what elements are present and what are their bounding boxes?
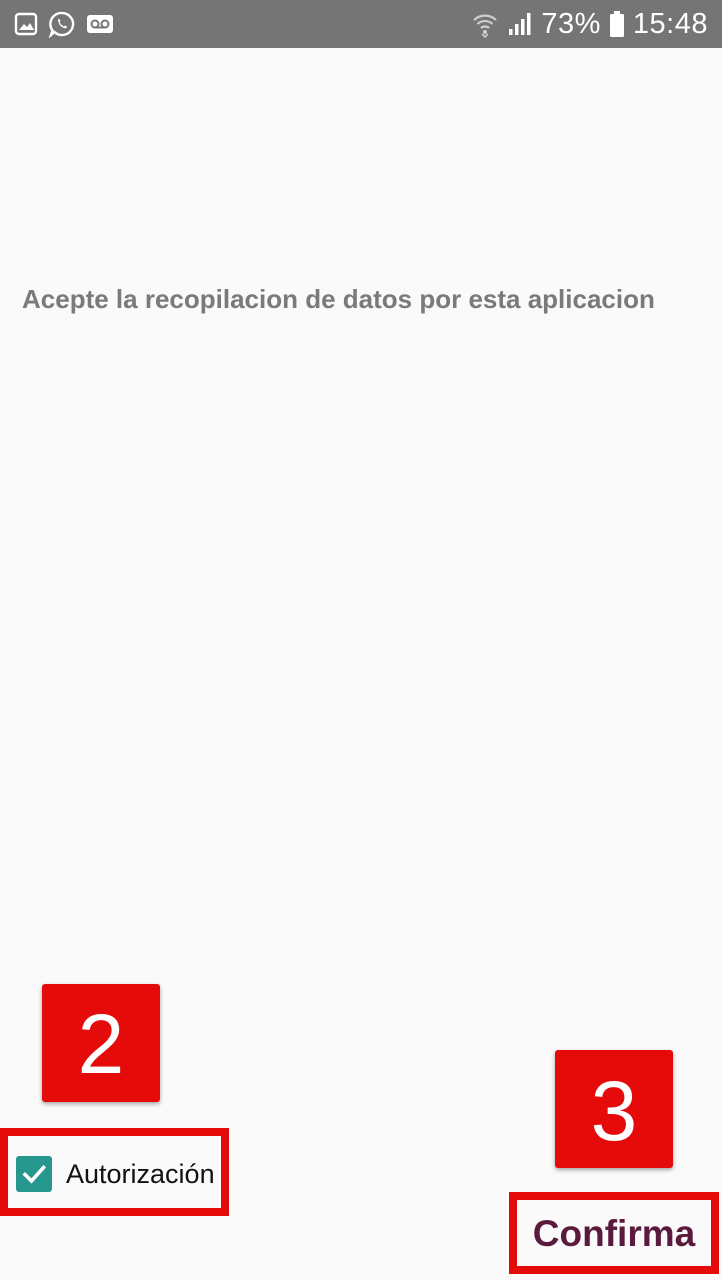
step-badge-2: 2 (42, 984, 160, 1102)
screen: 73% 15:48 Acepte la recopilacion de dato… (0, 0, 722, 1280)
confirm-button[interactable]: Confirma (521, 1204, 707, 1264)
status-bar: 73% 15:48 (0, 0, 722, 48)
checkbox-label: Autorización (66, 1158, 215, 1189)
clock: 15:48 (632, 8, 708, 40)
notification-icons (14, 10, 114, 38)
consent-message: Acepte la recopilacion de datos por esta… (22, 284, 655, 314)
battery-icon (609, 10, 625, 38)
gallery-icon (14, 12, 38, 36)
whatsapp-icon (48, 10, 76, 38)
checkbox-checked-icon[interactable] (16, 1156, 52, 1192)
step-badge-3: 3 (555, 1050, 673, 1168)
wifi-icon (471, 10, 499, 38)
battery-percent: 73% (541, 8, 601, 40)
system-status: 73% 15:48 (471, 4, 708, 44)
signal-icon (507, 11, 533, 37)
voicemail-icon (86, 12, 114, 36)
authorization-checkbox[interactable]: Autorización (16, 1156, 215, 1192)
